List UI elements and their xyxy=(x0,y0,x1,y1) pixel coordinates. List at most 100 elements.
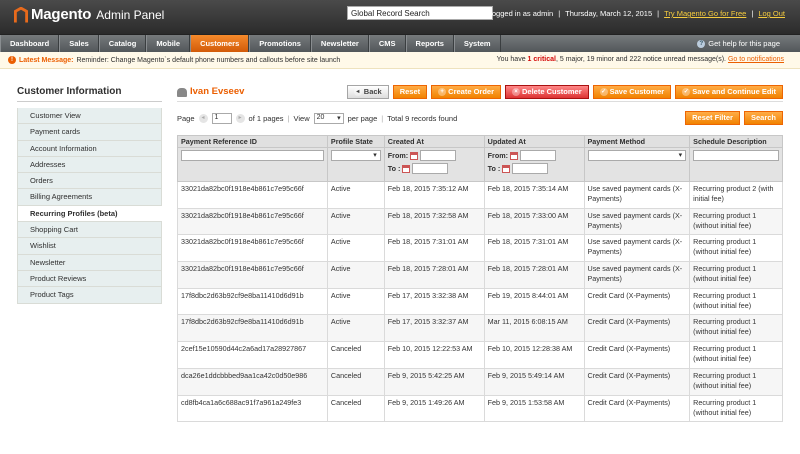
nav-newsletter[interactable]: Newsletter xyxy=(310,35,369,52)
table-row[interactable]: cd8fb4ca1a6c688ac91f7a961a249fe3 Canceled… xyxy=(177,394,783,423)
calendar-icon[interactable] xyxy=(502,164,511,173)
cell-profile-state: Canceled xyxy=(326,367,385,396)
sidebar-item-newsletter[interactable]: Newsletter xyxy=(17,254,162,271)
cell-profile-state: Active xyxy=(326,181,385,209)
filter-state-select[interactable] xyxy=(330,150,381,161)
cell-payment-method: Use saved payment cards (X-Payments) xyxy=(583,234,691,263)
table-row[interactable]: 33021da82bc0f1918e4b861c7e95c66f Active Fe… xyxy=(177,234,783,263)
nav-sales[interactable]: Sales xyxy=(59,35,99,52)
to-label: To : xyxy=(387,164,401,173)
sidebar-item-customer-view[interactable]: Customer View xyxy=(17,108,162,125)
go-to-notifications-link[interactable]: Go to notifications xyxy=(728,56,784,63)
cell-created-at: Feb 18, 2015 7:31:01 AM xyxy=(383,234,485,263)
try-magento-link[interactable]: Try Magento Go for Free xyxy=(664,9,746,18)
from-label: From: xyxy=(487,151,509,160)
filter-schedule-input[interactable] xyxy=(693,150,779,161)
delete-customer-button[interactable]: × Delete Customer xyxy=(505,85,589,99)
cell-payment-method: Credit Card (X-Payments) xyxy=(583,287,691,316)
prev-page-icon[interactable]: ◂ xyxy=(198,113,208,123)
cell-profile-state: Canceled xyxy=(326,341,385,369)
filter-cell xyxy=(583,147,691,182)
page-actions: ◂ Back Reset + Create Order × Delete Custom… xyxy=(346,85,783,99)
cell-updated-at: Feb 9, 2015 5:49:14 AM xyxy=(483,367,585,396)
created-to-input[interactable] xyxy=(412,163,449,174)
updated-to-input[interactable] xyxy=(512,163,549,174)
column-payment-method[interactable]: Payment Method xyxy=(583,135,691,148)
save-continue-label: Save and Continue Edit xyxy=(692,87,776,96)
filter-payment-method-select[interactable] xyxy=(587,150,687,161)
sidebar-item-wishlist[interactable]: Wishlist xyxy=(17,238,162,255)
create-order-button[interactable]: + Create Order xyxy=(431,85,502,99)
page-number-input[interactable]: 1 xyxy=(211,112,232,124)
nav-customers[interactable]: Customers xyxy=(190,35,250,52)
column-schedule-description[interactable]: Schedule Description xyxy=(689,135,783,148)
cell-updated-at: Feb 18, 2015 7:28:01 AM xyxy=(483,261,585,289)
sidebar-item-billing-agreements[interactable]: Billing Agreements xyxy=(17,189,162,206)
table-row[interactable]: 33021da82bc0f1918e4b861c7e95c66f Active Fe… xyxy=(177,261,783,289)
sidebar-item-product-tags[interactable]: Product Tags xyxy=(17,287,162,304)
cell-schedule-description: Recurring product 1 (without initial fee… xyxy=(689,287,783,316)
sidebar-item-recurring-profiles[interactable]: Recurring Profiles (beta) xyxy=(17,205,162,223)
back-button[interactable]: ◂ Back xyxy=(346,85,389,99)
latest-message-label: Latest Message: xyxy=(19,56,74,64)
magento-logo[interactable]: Magento Admin Panel xyxy=(14,6,164,23)
calendar-icon[interactable] xyxy=(510,151,519,160)
cell-created-at: Feb 9, 2015 1:49:26 AM xyxy=(383,394,485,423)
cell-updated-at: Feb 18, 2015 7:33:00 AM xyxy=(483,207,585,236)
logout-link[interactable]: Log Out xyxy=(758,9,785,18)
nav-reports[interactable]: Reports xyxy=(405,35,454,52)
search-button[interactable]: Search xyxy=(743,111,783,125)
filter-updated-from: From: xyxy=(488,150,581,161)
calendar-icon[interactable] xyxy=(410,151,419,160)
filter-reference-input[interactable] xyxy=(181,150,324,161)
table-row[interactable]: dca26e1ddcbbbed9aa1ca42c0d50e986 Canceled… xyxy=(177,367,783,396)
cell-updated-at: Feb 19, 2015 8:44:01 AM xyxy=(483,287,585,316)
warning-icon: ! xyxy=(8,56,16,64)
table-row[interactable]: 33021da82bc0f1918e4b861c7e95c66f Active Fe… xyxy=(177,181,783,209)
nav-cms[interactable]: CMS xyxy=(368,35,406,52)
reset-button[interactable]: Reset xyxy=(392,85,428,99)
save-continue-button[interactable]: ✓ Save and Continue Edit xyxy=(675,85,783,99)
sidebar-item-payment-cards[interactable]: Payment cards xyxy=(17,124,162,141)
sidebar-item-addresses[interactable]: Addresses xyxy=(17,156,162,174)
column-profile-state[interactable]: Profile State xyxy=(326,135,385,148)
filter-cell xyxy=(326,147,385,182)
column-payment-reference-id[interactable]: Payment Reference ID xyxy=(177,135,328,148)
latest-message-text: Reminder: Change Magento`s default phone… xyxy=(76,56,341,64)
sidebar-item-product-reviews[interactable]: Product Reviews xyxy=(17,270,162,288)
cell-created-at: Feb 18, 2015 7:35:12 AM xyxy=(383,181,485,209)
separator: | xyxy=(287,113,290,123)
of-pages-text: of 1 pages xyxy=(248,113,284,123)
per-page-select[interactable]: 20 xyxy=(313,112,344,124)
cell-created-at: Feb 17, 2015 3:32:37 AM xyxy=(383,314,485,343)
table-row[interactable]: 33021da82bc0f1918e4b861c7e95c66f Active Fe… xyxy=(177,207,783,236)
back-label: Back xyxy=(363,87,382,96)
table-row[interactable]: 2cef15e10590d44c2a6ad17a28927867 Canceled… xyxy=(177,341,783,369)
next-page-icon[interactable]: ▸ xyxy=(235,113,245,123)
sidebar-item-orders[interactable]: Orders xyxy=(17,173,162,190)
cell-schedule-description: Recurring product 1 (without initial fee… xyxy=(689,207,783,236)
sidebar: Customer Information Customer View Payme… xyxy=(17,86,162,304)
column-updated-at[interactable]: Updated At xyxy=(483,135,585,148)
sidebar-item-account-information[interactable]: Account Information xyxy=(17,140,162,157)
reset-filter-button[interactable]: Reset Filter xyxy=(685,111,740,125)
header: Magento Admin Panel Logged in as admin |… xyxy=(0,0,800,34)
column-created-at[interactable]: Created At xyxy=(383,135,485,148)
sidebar-item-shopping-cart[interactable]: Shopping Cart xyxy=(17,222,162,239)
cell-reference-id: 33021da82bc0f1918e4b861c7e95c66f xyxy=(177,261,328,289)
nav-system[interactable]: System xyxy=(453,35,501,52)
calendar-icon[interactable] xyxy=(402,164,411,173)
updated-from-input[interactable] xyxy=(520,150,557,161)
table-row[interactable]: 17f8dbc2d63b92cf9e8ba11410d6d91b Active Fe… xyxy=(177,287,783,316)
save-customer-button[interactable]: ✓ Save Customer xyxy=(592,85,672,99)
cell-profile-state: Active xyxy=(326,234,385,263)
nav-mobile[interactable]: Mobile xyxy=(146,35,191,52)
nav-dashboard[interactable]: Dashboard xyxy=(0,35,60,52)
table-row[interactable]: 17f8dbc2d63b92cf9e8ba11410d6d91b Active Fe… xyxy=(177,314,783,343)
nav-promotions[interactable]: Promotions xyxy=(249,35,311,52)
customer-icon xyxy=(177,87,187,97)
nav-catalog[interactable]: Catalog xyxy=(98,35,147,52)
created-from-input[interactable] xyxy=(420,150,457,161)
global-search-input[interactable] xyxy=(347,6,493,20)
help-link[interactable]: ? Get help for this page xyxy=(697,35,780,52)
